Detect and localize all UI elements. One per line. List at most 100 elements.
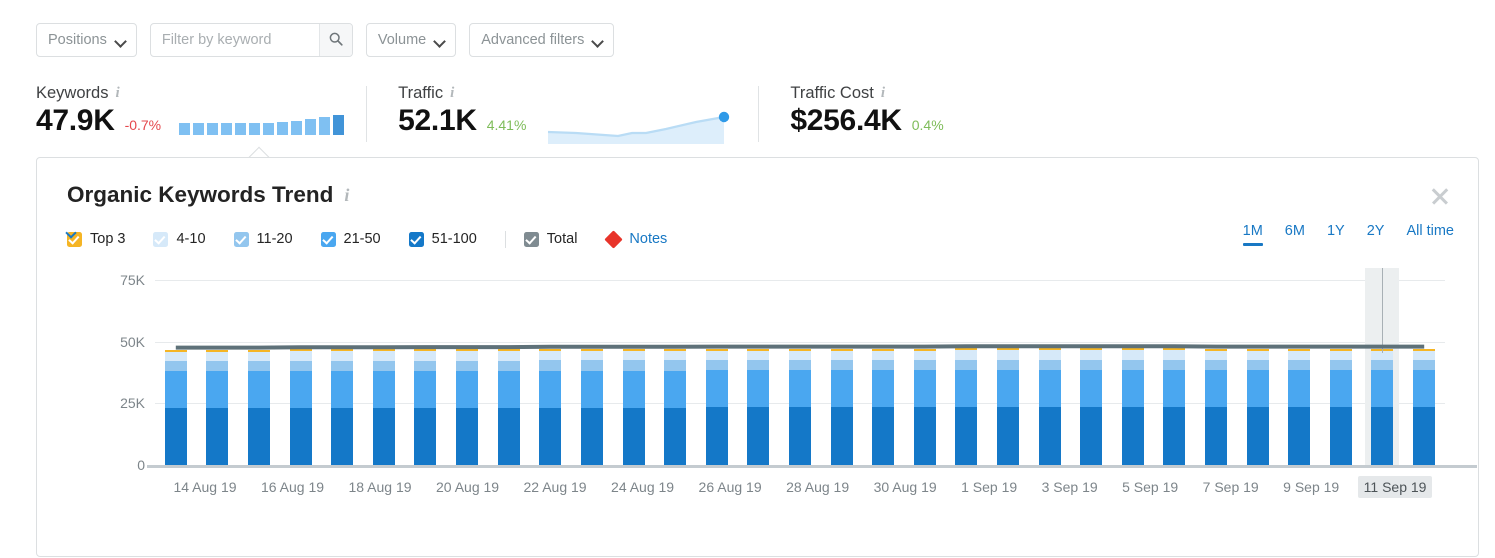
bar-slot[interactable]	[1320, 280, 1362, 465]
stacked-bar[interactable]	[872, 348, 895, 465]
legend-item-11-20[interactable]: 11-20	[233, 231, 293, 247]
stacked-bar[interactable]	[414, 349, 437, 465]
stacked-bar[interactable]	[996, 348, 1019, 465]
bar-slot[interactable]	[1029, 280, 1071, 465]
bar-slot[interactable]	[571, 280, 613, 465]
stacked-bar[interactable]	[955, 348, 978, 465]
sparkline-bar	[193, 123, 205, 135]
bar-slot[interactable]	[1362, 268, 1404, 465]
search-input[interactable]	[150, 24, 319, 56]
bar-slot[interactable]	[1237, 280, 1279, 465]
stacked-bar[interactable]	[248, 349, 271, 465]
bar-slot[interactable]	[946, 280, 988, 465]
legend-item-51-100[interactable]: 51-100	[408, 231, 477, 247]
bar-slot[interactable]	[1112, 280, 1154, 465]
stacked-bar[interactable]	[747, 348, 770, 465]
stacked-bar[interactable]	[664, 348, 687, 465]
checkbox-icon[interactable]	[320, 231, 336, 247]
stacked-bar[interactable]	[331, 349, 354, 465]
metric-keywords[interactable]: Keywords i 47.9K -0.7%	[36, 84, 366, 136]
stacked-bar[interactable]	[1038, 348, 1061, 465]
metric-traffic[interactable]: Traffic i 52.1K 4.41%	[366, 84, 758, 147]
positions-filter-button[interactable]: Positions	[36, 23, 137, 57]
stacked-bar[interactable]	[1288, 348, 1311, 465]
info-icon[interactable]: i	[450, 85, 454, 102]
bar-slot[interactable]	[238, 280, 280, 465]
volume-filter-button[interactable]: Volume	[365, 23, 457, 57]
stacked-bar[interactable]	[539, 348, 562, 465]
stacked-bar[interactable]	[1080, 348, 1103, 465]
range-tab-1y[interactable]: 1Y	[1327, 223, 1345, 246]
bar-slot[interactable]	[529, 280, 571, 465]
bar-slot[interactable]	[197, 280, 239, 465]
bar-slot[interactable]	[821, 280, 863, 465]
stacked-bar[interactable]	[372, 349, 395, 465]
stacked-bar[interactable]	[164, 349, 187, 465]
stacked-bar[interactable]	[1329, 348, 1352, 465]
stacked-bar[interactable]	[1121, 348, 1144, 465]
range-tab-1m[interactable]: 1M	[1242, 223, 1263, 246]
y-axis-tick-label: 50K	[120, 333, 145, 350]
bar-slot[interactable]	[321, 280, 363, 465]
advanced-filters-button[interactable]: Advanced filters	[469, 23, 615, 57]
stacked-bar[interactable]	[1371, 348, 1394, 465]
bar-slot[interactable]	[1154, 280, 1196, 465]
legend-item-4-10[interactable]: 4-10	[153, 231, 206, 247]
stacked-bar[interactable]	[1246, 348, 1269, 465]
stacked-bar[interactable]	[580, 348, 603, 465]
stacked-bar[interactable]	[830, 348, 853, 465]
stacked-bar[interactable]	[497, 349, 520, 465]
bar-slot[interactable]	[613, 280, 655, 465]
stacked-bar[interactable]	[705, 348, 728, 465]
bar-slot[interactable]	[488, 280, 530, 465]
stacked-bar[interactable]	[1413, 348, 1436, 465]
stacked-bar[interactable]	[788, 348, 811, 465]
info-icon[interactable]: i	[881, 85, 885, 102]
checkbox-icon[interactable]	[153, 231, 169, 247]
notes-dropdown[interactable]: Notes	[604, 229, 676, 249]
bar-segment-11-20	[913, 360, 936, 371]
bar-slot[interactable]	[1070, 280, 1112, 465]
bar-slot[interactable]	[738, 280, 780, 465]
bar-slot[interactable]	[904, 280, 946, 465]
metric-traffic-cost[interactable]: Traffic Cost i $256.4K 0.4%	[758, 84, 965, 142]
bar-slot[interactable]	[1195, 280, 1237, 465]
legend-item-21-50[interactable]: 21-50	[320, 231, 381, 247]
range-tab-2y[interactable]: 2Y	[1367, 223, 1385, 246]
stacked-bar[interactable]	[622, 348, 645, 465]
stacked-bar[interactable]	[206, 349, 229, 465]
bar-segment-11-20	[497, 360, 520, 371]
range-tab-6m[interactable]: 6M	[1285, 223, 1305, 246]
bar-segment-11-20	[1163, 359, 1186, 371]
x-axis-tick-label: 22 Aug 19	[523, 479, 587, 495]
info-icon[interactable]: i	[344, 185, 349, 206]
bar-slot[interactable]	[654, 280, 696, 465]
stacked-bar[interactable]	[913, 348, 936, 465]
bar-slot[interactable]	[779, 280, 821, 465]
legend-item-total[interactable]: Total	[523, 231, 577, 247]
bar-slot[interactable]	[155, 280, 197, 465]
stacked-bar[interactable]	[1163, 348, 1186, 465]
checkbox-icon[interactable]	[233, 231, 249, 247]
range-tab-all-time[interactable]: All time	[1406, 223, 1454, 246]
checkbox-icon[interactable]	[408, 231, 424, 247]
bar-slot[interactable]	[405, 280, 447, 465]
chart-legend: Top 3 4-10 11-20 21-50 51-100 Total Notes	[67, 228, 676, 250]
close-icon[interactable]	[1428, 184, 1452, 208]
bar-slot[interactable]	[696, 280, 738, 465]
bar-segment-21-50	[164, 371, 187, 409]
bar-slot[interactable]	[363, 280, 405, 465]
bar-slot[interactable]	[446, 280, 488, 465]
bar-segment-11-20	[1329, 360, 1352, 371]
bar-slot[interactable]	[1403, 280, 1445, 465]
info-icon[interactable]: i	[115, 85, 119, 102]
stacked-bar[interactable]	[1205, 348, 1228, 465]
checkbox-icon[interactable]	[523, 231, 539, 247]
search-button[interactable]	[318, 24, 352, 56]
stacked-bar[interactable]	[289, 349, 312, 465]
bar-slot[interactable]	[1278, 280, 1320, 465]
stacked-bar[interactable]	[456, 349, 479, 465]
bar-slot[interactable]	[862, 280, 904, 465]
bar-slot[interactable]	[987, 280, 1029, 465]
bar-slot[interactable]	[280, 280, 322, 465]
